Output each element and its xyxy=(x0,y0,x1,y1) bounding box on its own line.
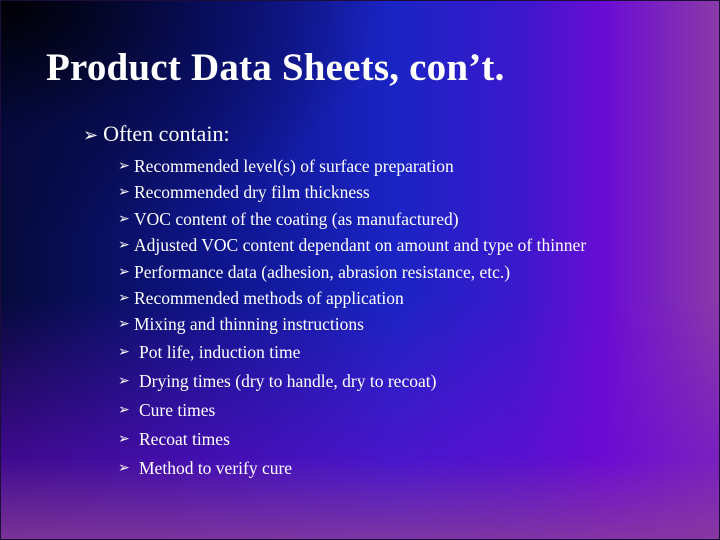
list-item-text: Performance data (adhesion, abrasion res… xyxy=(134,262,511,282)
list-item-text: Recommended level(s) of surface preparat… xyxy=(134,156,454,176)
list-item-text: VOC content of the coating (as manufactu… xyxy=(134,209,459,229)
list-item-text: Drying times (dry to handle, dry to reco… xyxy=(139,371,437,391)
list-item-text: Mixing and thinning instructions xyxy=(134,314,364,334)
arrow-bullet-icon: ➢ xyxy=(118,159,130,174)
arrow-bullet-icon: ➢ xyxy=(118,345,130,360)
list-item-text: Recoat times xyxy=(139,429,230,449)
slide: Product Data Sheets, con’t. ➢ Often conta… xyxy=(0,0,720,540)
list-item-text: Recommended methods of application xyxy=(134,288,404,308)
arrow-bullet-icon: ➢ xyxy=(118,317,130,332)
bullet-often-contain: ➢ Often contain: xyxy=(83,121,230,147)
list-item-text: Cure times xyxy=(139,400,216,420)
arrow-bullet-icon: ➢ xyxy=(118,403,130,418)
slide-title: Product Data Sheets, con’t. xyxy=(46,46,505,89)
arrow-bullet-icon: ➢ xyxy=(118,212,130,227)
list-item-text: Pot life, induction time xyxy=(139,342,301,362)
arrow-bullet-icon: ➢ xyxy=(118,461,130,476)
arrow-bullet-icon: ➢ xyxy=(118,238,130,253)
arrow-bullet-icon: ➢ xyxy=(118,291,130,306)
arrow-bullet-icon: ➢ xyxy=(118,265,130,280)
arrow-bullet-icon: ➢ xyxy=(118,374,130,389)
arrow-bullet-icon: ➢ xyxy=(118,185,130,200)
list-item-text: Method to verify cure xyxy=(139,458,293,478)
list-item-text: Adjusted VOC content dependant on amount… xyxy=(134,235,587,255)
arrow-bullet-icon: ➢ xyxy=(83,125,99,145)
bullet-text: Often contain: xyxy=(103,121,230,146)
arrow-bullet-icon: ➢ xyxy=(118,432,130,447)
list-item-text: Recommended dry film thickness xyxy=(134,182,370,202)
